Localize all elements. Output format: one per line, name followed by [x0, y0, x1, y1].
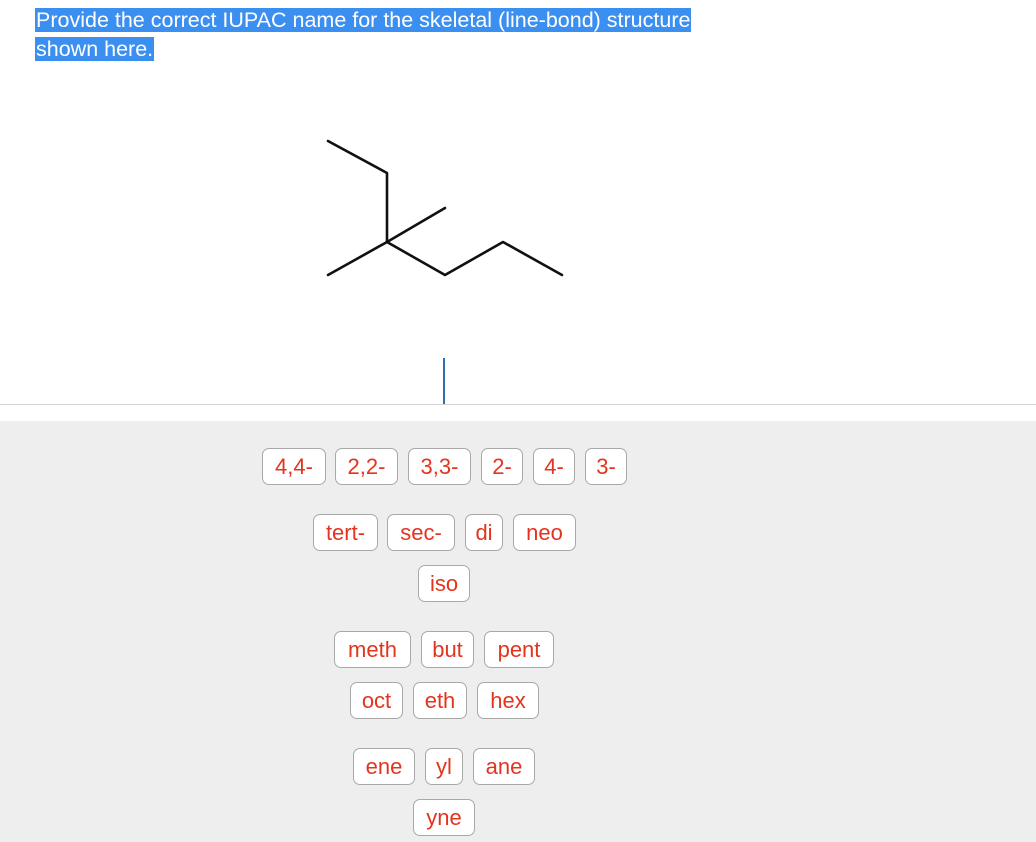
- tile-suffix-ane[interactable]: ane: [473, 748, 535, 785]
- answer-drop-zone[interactable]: [0, 340, 1036, 406]
- tile-prefix-tert[interactable]: tert-: [313, 514, 378, 551]
- tile-root-pent[interactable]: pent: [484, 631, 554, 668]
- tile-root-eth[interactable]: eth: [413, 682, 467, 719]
- tile-root-but[interactable]: but: [421, 631, 474, 668]
- tile-prefix-neo[interactable]: neo: [513, 514, 576, 551]
- tile-prefix-iso[interactable]: iso: [418, 565, 470, 602]
- bond-methyl-up: [385, 206, 447, 244]
- tile-suffix-yne[interactable]: yne: [413, 799, 475, 836]
- page: Provide the correct IUPAC name for the s…: [0, 0, 1036, 842]
- tile-suffix-ene[interactable]: ene: [353, 748, 415, 785]
- tile-root-oct[interactable]: oct: [350, 682, 403, 719]
- tile-locant-2-2[interactable]: 2,2-: [335, 448, 398, 485]
- divider: [0, 404, 1036, 405]
- bond-main-chain: [385, 240, 564, 277]
- tile-locant-4[interactable]: 4-: [533, 448, 575, 485]
- tile-root-hex[interactable]: hex: [477, 682, 539, 719]
- text-cursor: [443, 358, 445, 404]
- tile-locant-3-3[interactable]: 3,3-: [408, 448, 471, 485]
- tile-suffix-yl[interactable]: yl: [425, 748, 463, 785]
- bond-ethyl-branch: [326, 139, 389, 244]
- tile-locant-2[interactable]: 2-: [481, 448, 523, 485]
- tile-locant-4-4[interactable]: 4,4-: [262, 448, 326, 485]
- bond-methyl-left: [326, 240, 389, 277]
- tile-prefix-sec[interactable]: sec-: [387, 514, 455, 551]
- tile-locant-3[interactable]: 3-: [585, 448, 627, 485]
- tile-prefix-di[interactable]: di: [465, 514, 503, 551]
- tile-root-meth[interactable]: meth: [334, 631, 411, 668]
